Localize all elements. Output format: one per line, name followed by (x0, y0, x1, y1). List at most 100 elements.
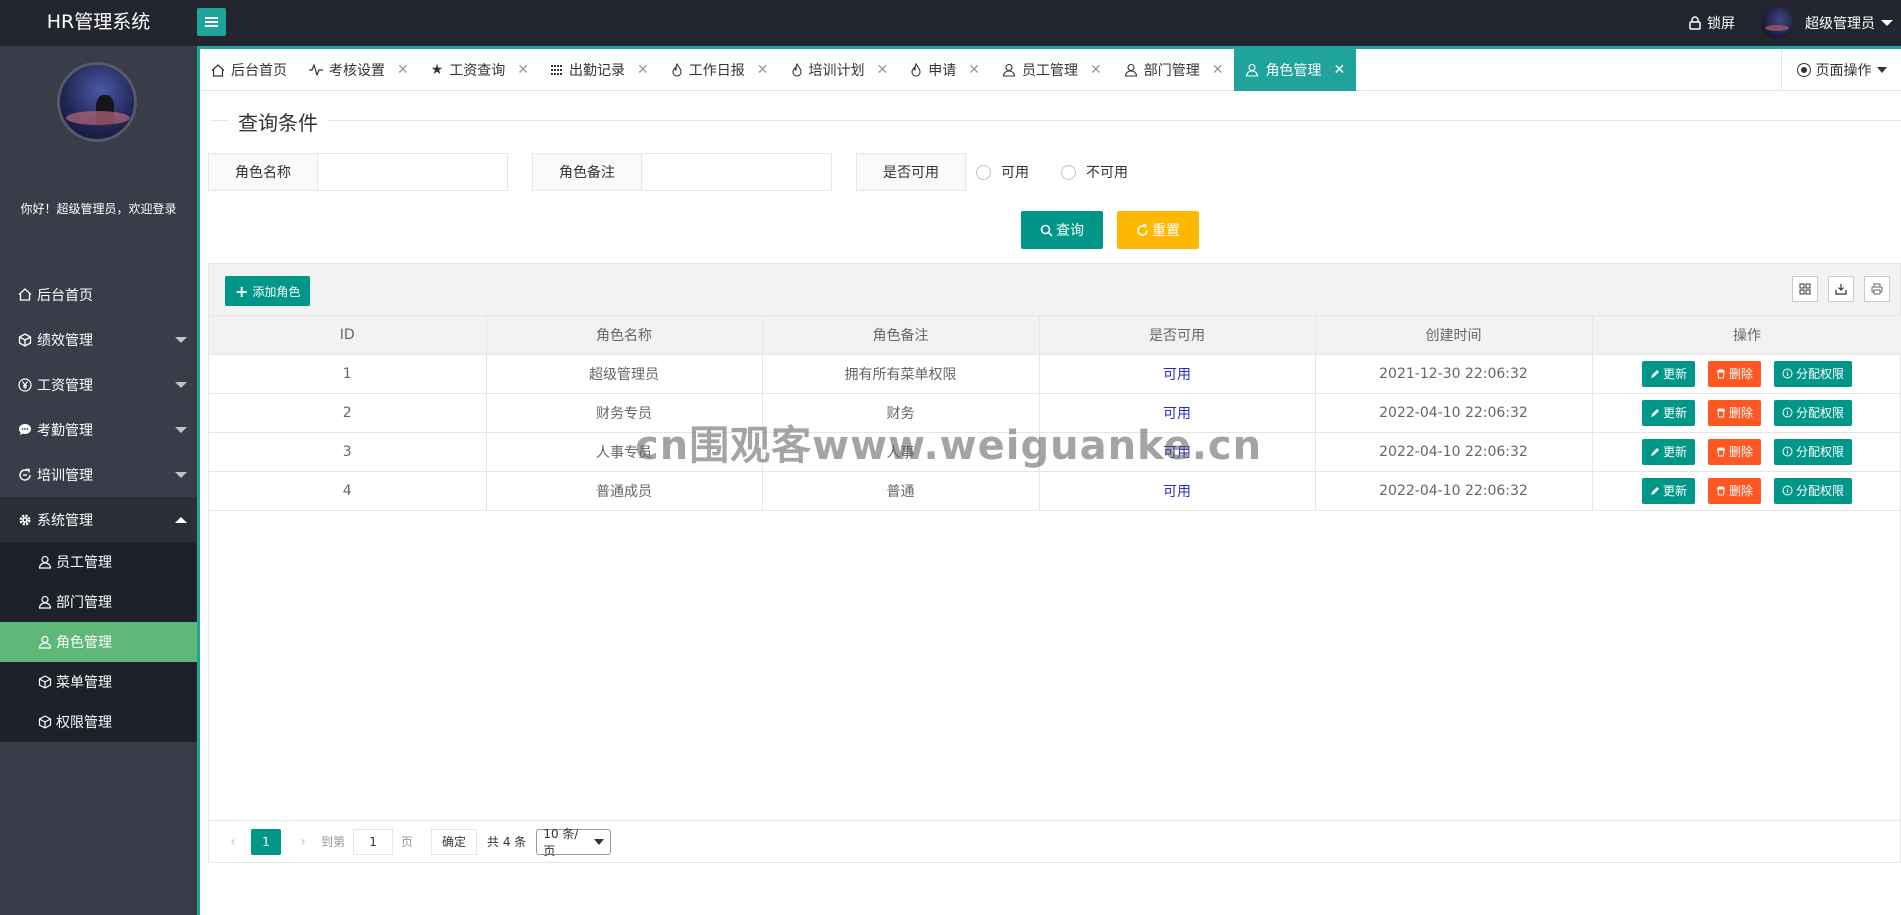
sidebar-item-performance[interactable]: 绩效管理 (0, 317, 197, 362)
prev-page-icon[interactable]: ‹ (223, 834, 243, 850)
sidebar-item-employees[interactable]: 员工管理 (0, 542, 197, 582)
tab-label: 申请 (928, 63, 957, 79)
table-row[interactable]: 4 普通成员 普通 可用 2022-04-10 22:06:32 更新 删除 分… (209, 471, 1901, 511)
enabled-yes-radio[interactable]: 可用 (976, 162, 1029, 182)
sidebar-item-label: 考勤管理 (37, 422, 93, 439)
tab-roles[interactable]: 角色管理 ✕ (1234, 49, 1357, 91)
tab-salary-query[interactable]: ★ 工资查询 ✕ (420, 49, 540, 91)
role-note-input[interactable] (642, 153, 832, 191)
close-icon[interactable]: ✕ (877, 62, 889, 78)
export-button[interactable] (1828, 276, 1854, 302)
table-row[interactable]: 1 超级管理员 拥有所有菜单权限 可用 2021-12-30 22:06:32 … (209, 354, 1901, 394)
add-role-button[interactable]: + 添加角色 (225, 276, 311, 306)
sidebar-item-roles[interactable]: 角色管理 (0, 622, 197, 662)
assign-permission-button[interactable]: 分配权限 (1774, 360, 1853, 387)
col-header-id[interactable]: ID (209, 316, 487, 355)
print-button[interactable] (1864, 276, 1890, 302)
tab-departments[interactable]: 部门管理 ✕ (1113, 49, 1235, 91)
assign-permission-button[interactable]: 分配权限 (1774, 399, 1853, 426)
tab-assessment[interactable]: 考核设置 ✕ (298, 49, 420, 91)
close-icon[interactable]: ✕ (517, 62, 529, 78)
close-icon[interactable]: ✕ (637, 62, 649, 78)
radio-label: 不可用 (1086, 165, 1128, 181)
lock-icon (1689, 16, 1701, 30)
tab-daily-report[interactable]: 工作日报 ✕ (660, 49, 780, 91)
tab-employees[interactable]: 员工管理 ✕ (991, 49, 1113, 91)
user-icon (1124, 63, 1138, 77)
enabled-no-radio[interactable]: 不可用 (1061, 162, 1128, 182)
next-page-icon[interactable]: › (293, 834, 313, 850)
columns-icon (1799, 283, 1811, 295)
update-button[interactable]: 更新 (1641, 438, 1695, 465)
avatar (1761, 7, 1793, 39)
sidebar-item-menus[interactable]: 菜单管理 (0, 662, 197, 702)
col-header-role-name[interactable]: 角色名称 (486, 316, 763, 355)
sidebar-item-salary[interactable]: 工资管理 (0, 362, 197, 407)
role-name-input[interactable] (318, 153, 508, 191)
page-ops-label: 页面操作 (1815, 63, 1872, 79)
col-header-role-note[interactable]: 角色备注 (762, 316, 1040, 355)
close-icon[interactable]: ✕ (397, 62, 409, 78)
close-icon[interactable]: ✕ (757, 62, 769, 78)
refresh-icon (1137, 223, 1148, 236)
tab-attendance-record[interactable]: 出勤记录 ✕ (540, 49, 660, 91)
table-row[interactable]: 2 财务专员 财务 可用 2022-04-10 22:06:32 更新 删除 分… (209, 393, 1901, 433)
page-size-select[interactable]: 10 条/页 (536, 827, 612, 858)
lock-label: 锁屏 (1707, 16, 1735, 32)
query-form: 角色名称 角色备注 是否可用 可用 不可用 (208, 153, 1150, 191)
pencil-icon (1650, 486, 1659, 495)
tab-label: 工资查询 (449, 63, 506, 79)
search-button[interactable]: 查询 (1021, 211, 1103, 249)
sidebar-avatar[interactable] (57, 62, 137, 142)
sidebar: 你好！超级管理员，欢迎登录 后台首页 绩效管理 工资管理 考勤管理 培训管理 系… (0, 46, 197, 915)
lock-screen-button[interactable]: 锁屏 (1689, 13, 1735, 33)
tab-label: 出勤记录 (569, 63, 626, 79)
update-button[interactable]: 更新 (1641, 477, 1695, 504)
info-icon (1782, 485, 1793, 496)
menu-toggle-button[interactable] (197, 8, 226, 36)
print-icon (1871, 283, 1883, 295)
hamburger-icon (205, 21, 218, 23)
user-menu[interactable]: 超级管理员 (1761, 7, 1893, 39)
current-page[interactable]: 1 (251, 828, 281, 855)
tab-home[interactable]: 后台首页 (200, 49, 298, 91)
col-header-created[interactable]: 创建时间 (1315, 316, 1593, 355)
sidebar-item-label: 培训管理 (37, 467, 93, 484)
page-operations-dropdown[interactable]: 页面操作 (1781, 49, 1901, 91)
goto-page-input[interactable]: 1 (353, 828, 394, 855)
assign-permission-button[interactable]: 分配权限 (1774, 477, 1853, 504)
sidebar-item-departments[interactable]: 部门管理 (0, 582, 197, 622)
cell-role-note: 人事 (762, 432, 1040, 472)
goto-label: 到第 (321, 835, 346, 849)
sidebar-item-system[interactable]: 系统管理 (0, 497, 197, 542)
delete-button[interactable]: 删除 (1707, 399, 1761, 426)
fire-icon (910, 63, 922, 77)
columns-filter-button[interactable] (1792, 276, 1818, 302)
update-button[interactable]: 更新 (1641, 399, 1695, 426)
delete-button[interactable]: 删除 (1707, 360, 1761, 387)
delete-button[interactable]: 删除 (1707, 477, 1761, 504)
col-header-enabled[interactable]: 是否可用 (1039, 316, 1316, 355)
table-row[interactable]: 3 人事专员 人事 可用 2022-04-10 22:06:32 更新 删除 分… (209, 432, 1901, 472)
close-icon[interactable]: ✕ (1090, 62, 1102, 78)
close-icon[interactable]: ✕ (1212, 62, 1224, 78)
goto-confirm-button[interactable]: 确定 (431, 828, 478, 855)
update-button[interactable]: 更新 (1641, 360, 1695, 387)
cell-created: 2021-12-30 22:06:32 (1315, 354, 1593, 394)
sidebar-item-permissions[interactable]: 权限管理 (0, 702, 197, 742)
delete-label: 删除 (1728, 367, 1753, 381)
tab-label: 考核设置 (329, 63, 385, 79)
tab-training-plan[interactable]: 培训计划 ✕ (780, 49, 900, 91)
assign-label: 分配权限 (1796, 484, 1845, 498)
assign-permission-button[interactable]: 分配权限 (1774, 438, 1853, 465)
cell-actions: 更新 删除 分配权限 (1592, 393, 1901, 433)
sidebar-item-training[interactable]: 培训管理 (0, 452, 197, 497)
reset-button[interactable]: 重置 (1117, 211, 1199, 249)
total-count: 共 4 条 (487, 835, 527, 849)
tab-application[interactable]: 申请 ✕ (899, 49, 991, 91)
sidebar-item-home[interactable]: 后台首页 (0, 272, 197, 317)
sidebar-item-attendance[interactable]: 考勤管理 (0, 407, 197, 452)
close-icon[interactable]: ✕ (968, 62, 980, 78)
delete-button[interactable]: 删除 (1707, 438, 1761, 465)
close-icon[interactable]: ✕ (1333, 62, 1345, 78)
